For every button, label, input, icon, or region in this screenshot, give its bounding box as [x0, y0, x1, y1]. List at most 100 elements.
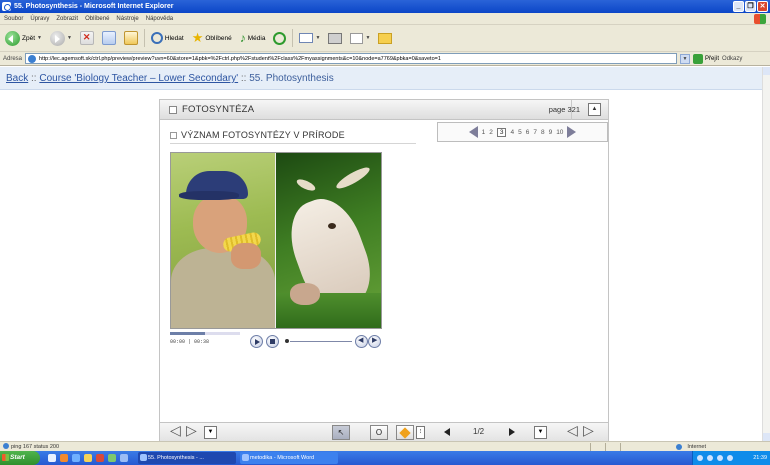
tray-icon[interactable] — [707, 455, 713, 461]
page-link[interactable]: 5 — [518, 129, 522, 136]
chevron-down-icon: ▼ — [37, 35, 42, 41]
page-link[interactable]: 9 — [549, 129, 553, 136]
play-button[interactable] — [250, 335, 263, 348]
cow-horn — [295, 177, 317, 193]
page-link[interactable]: 7 — [533, 129, 537, 136]
previous-arrow-icon[interactable] — [444, 428, 450, 436]
dropdown-button[interactable]: ▼ — [204, 426, 217, 439]
mail-button[interactable]: ▼ — [297, 28, 322, 48]
prev-page-icon[interactable] — [567, 422, 578, 439]
chevron-down-icon: ▼ — [66, 35, 72, 41]
quicklaunch-folder-icon[interactable] — [84, 454, 92, 462]
back-label: Zpět — [22, 34, 36, 42]
next-lesson-icon[interactable] — [186, 422, 197, 439]
tray-icon[interactable] — [697, 455, 703, 461]
quicklaunch-desktop-icon[interactable] — [48, 454, 56, 462]
page-link[interactable]: 8 — [541, 129, 545, 136]
breadcrumb: Back :: Course 'Biology Teacher – Lower … — [0, 67, 762, 90]
tray-icon[interactable] — [717, 455, 723, 461]
address-input[interactable]: http://lec.agemsoft.sk/ctrl.php/preview/… — [25, 53, 678, 64]
quicklaunch-media-icon[interactable] — [60, 454, 68, 462]
pen-icon — [399, 427, 411, 439]
toolbar-separator — [143, 29, 145, 47]
ie-icon — [2, 2, 11, 11]
scroll-down-arrow[interactable] — [763, 433, 770, 441]
folder-icon — [378, 32, 393, 44]
media-button[interactable]: ♪ Média — [238, 28, 268, 48]
volume-up-button[interactable] — [368, 335, 381, 348]
menu-favorites[interactable]: Oblíbené — [85, 16, 109, 22]
prev-lesson-icon[interactable] — [170, 422, 181, 439]
tray-icon[interactable] — [727, 455, 733, 461]
home-button[interactable] — [122, 28, 140, 48]
page-link[interactable]: 4 — [510, 129, 514, 136]
tool-options-button[interactable]: ⁝ — [416, 426, 425, 439]
next-arrow-icon[interactable] — [509, 428, 515, 436]
quicklaunch-app-icon[interactable] — [108, 454, 116, 462]
breadcrumb-separator: :: — [238, 73, 250, 84]
next-page-icon[interactable] — [567, 126, 577, 138]
page-number-label: page 321 — [548, 105, 580, 114]
history-button[interactable] — [271, 28, 288, 48]
page-dropdown-button[interactable]: ▼ — [534, 426, 547, 439]
taskbar-item-ie[interactable]: 55. Photosynthesis - ... — [138, 452, 236, 464]
window-controls: _ ❐ ✕ — [733, 1, 768, 12]
print-button[interactable] — [326, 28, 344, 48]
favorites-button[interactable]: ★ Oblíbené — [190, 28, 234, 48]
circle-tool-button[interactable]: O — [370, 425, 388, 440]
go-button[interactable]: Přejít — [693, 53, 719, 64]
page-link[interactable]: 10 — [556, 129, 563, 136]
refresh-icon — [101, 31, 116, 45]
maximize-button[interactable]: ❐ — [745, 1, 756, 12]
quicklaunch-ie-icon[interactable] — [72, 454, 80, 462]
page-link[interactable]: 2 — [489, 129, 493, 136]
clock[interactable]: 21:39 — [753, 455, 767, 461]
collapse-icon[interactable] — [169, 106, 177, 114]
breadcrumb-course-link[interactable]: Course 'Biology Teacher – Lower Secondar… — [39, 73, 238, 84]
progress-track[interactable] — [170, 332, 240, 335]
scroll-up-arrow[interactable] — [763, 67, 770, 75]
cow-eye — [328, 223, 336, 229]
links-label[interactable]: Odkazy — [722, 56, 742, 62]
forward-button[interactable]: ▼ — [48, 28, 74, 48]
page-up-button[interactable]: ▲ — [588, 103, 601, 116]
close-button[interactable]: ✕ — [757, 1, 768, 12]
menu-edit[interactable]: Úpravy — [30, 16, 49, 22]
edit-icon — [350, 32, 364, 44]
next-page-icon[interactable] — [583, 422, 594, 439]
menu-help[interactable]: Nápověda — [146, 16, 173, 22]
volume-down-button[interactable] — [355, 335, 368, 348]
video-frame[interactable] — [170, 152, 382, 329]
quicklaunch-app-icon[interactable] — [96, 454, 104, 462]
search-button[interactable]: Hledat — [149, 28, 186, 48]
start-button[interactable]: Start — [0, 451, 40, 465]
vertical-scrollbar[interactable] — [762, 67, 770, 441]
taskbar-item-word[interactable]: metodika - Microsoft Word — [240, 452, 338, 464]
breadcrumb-back-link[interactable]: Back — [6, 73, 28, 84]
stop-button[interactable] — [266, 335, 279, 348]
seek-track[interactable] — [290, 341, 352, 342]
back-button[interactable]: Zpět ▼ — [3, 28, 44, 48]
seek-handle[interactable] — [285, 339, 289, 343]
minimize-button[interactable]: _ — [733, 1, 744, 12]
taskbar: Start 55. Photosynthesis - ... metodika … — [0, 451, 770, 465]
page-link[interactable]: 6 — [526, 129, 530, 136]
media-label: Média — [247, 34, 266, 42]
menu-view[interactable]: Zobrazit — [56, 16, 78, 22]
prev-page-icon[interactable] — [468, 126, 478, 138]
pen-tool-button[interactable] — [396, 425, 414, 440]
stop-button[interactable] — [78, 28, 96, 48]
pointer-tool-button[interactable]: ↖ — [332, 425, 350, 440]
menu-tools[interactable]: Nástroje — [116, 16, 138, 22]
refresh-button[interactable] — [100, 28, 118, 48]
page-link[interactable]: 1 — [482, 129, 486, 136]
address-dropdown[interactable]: ▼ — [680, 53, 691, 64]
search-icon — [150, 32, 163, 44]
cow-horn — [334, 164, 372, 192]
quicklaunch-app-icon[interactable] — [120, 454, 128, 462]
menu-file[interactable]: Soubor — [4, 16, 23, 22]
chevron-down-icon: ▼ — [365, 35, 371, 41]
edit-button[interactable]: ▼ — [348, 28, 372, 48]
folder-button[interactable] — [376, 28, 394, 48]
page-link-active[interactable]: 3 — [496, 127, 507, 137]
